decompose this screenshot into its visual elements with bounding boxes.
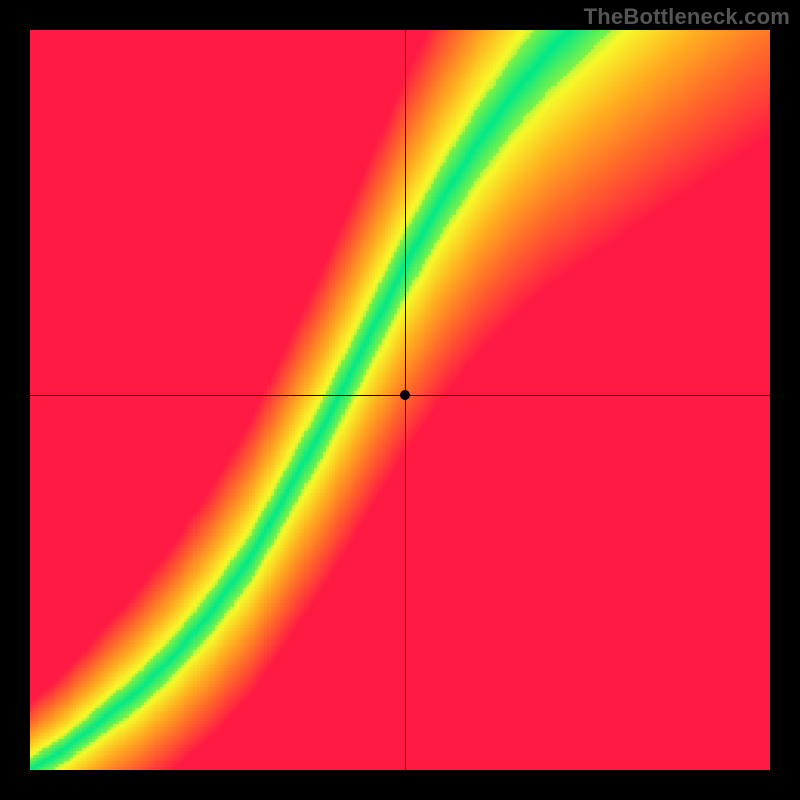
crosshair-vertical xyxy=(405,30,406,770)
watermark-text: TheBottleneck.com xyxy=(584,4,790,30)
marker-dot xyxy=(400,390,410,400)
heatmap-canvas xyxy=(30,30,770,770)
heatmap-plot xyxy=(30,30,770,770)
